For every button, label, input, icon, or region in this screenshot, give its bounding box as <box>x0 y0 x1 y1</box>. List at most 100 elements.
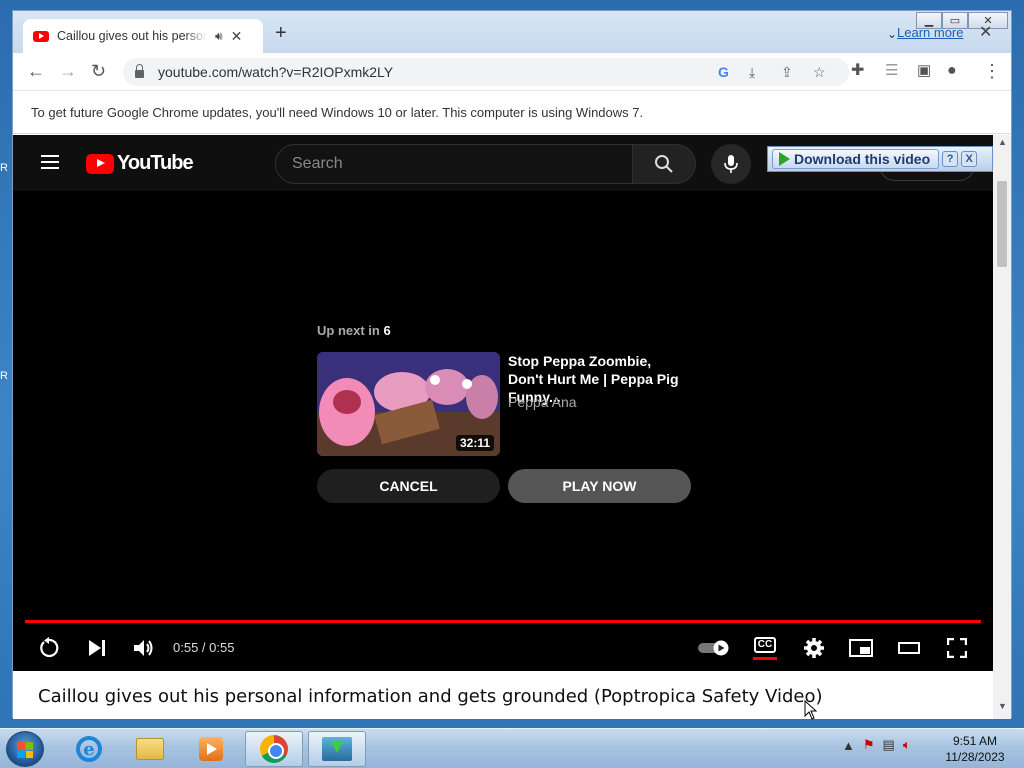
forward-arrow-icon[interactable]: → <box>59 61 77 81</box>
download-toolbar: Download this video ? X <box>767 146 993 172</box>
microphone-icon <box>724 155 738 173</box>
infobar-message: To get future Google Chrome updates, you… <box>31 105 644 120</box>
taskbar-chrome[interactable] <box>245 731 303 767</box>
up-next-countdown: 6 <box>383 323 391 338</box>
show-hidden-icons-icon[interactable]: ▲ <box>842 738 855 753</box>
address-bar[interactable]: youtube.com/watch?v=R2IOPxmk2LY G ⤓ ⇪ ☆ <box>123 58 849 86</box>
search-input[interactable]: Search <box>275 144 633 184</box>
search-button[interactable] <box>632 144 696 184</box>
tab-close-icon[interactable]: ✕ <box>231 28 243 45</box>
clock-time: 9:51 AM <box>952 734 998 748</box>
download-video-button[interactable]: Download this video <box>772 149 940 169</box>
speaker-icon[interactable]: 🔊︎ <box>215 29 223 44</box>
youtube-favicon-icon <box>33 30 49 42</box>
mouse-cursor-icon <box>804 700 818 720</box>
infobar-close-icon[interactable]: ✕ <box>979 22 992 42</box>
search-icon <box>655 155 673 173</box>
miniplayer-button[interactable] <box>848 635 874 661</box>
menu-hamburger-icon[interactable] <box>41 155 59 169</box>
page-scrollbar[interactable]: ▲ ▼ <box>993 135 1011 719</box>
youtube-logo[interactable]: YouTube <box>86 152 194 175</box>
cc-icon: CC <box>753 636 777 653</box>
media-player-icon <box>199 737 223 761</box>
extensions-puzzle-icon[interactable]: ✚ <box>851 61 864 81</box>
bookmark-star-icon[interactable]: ☆ <box>813 64 826 81</box>
video-title: Caillou gives out his personal informati… <box>38 686 823 707</box>
up-next-channel[interactable]: Peppa Ana <box>508 394 577 410</box>
up-next-label: Up next in 6 <box>317 323 391 338</box>
green-play-icon <box>779 152 790 166</box>
download-help-button[interactable]: ? <box>942 151 959 167</box>
learn-more-link[interactable]: Learn more <box>897 25 963 40</box>
volume-icon <box>134 640 153 656</box>
scrollbar-thumb[interactable] <box>997 181 1007 267</box>
windows-logo-icon <box>17 742 33 758</box>
theater-mode-icon <box>898 642 920 654</box>
side-panel-icon[interactable]: ▣ <box>917 61 931 81</box>
clock-date: 11/28/2023 <box>945 750 1005 764</box>
video-progress-bar[interactable] <box>25 620 981 623</box>
voice-search-button[interactable] <box>711 144 751 184</box>
windows-taskbar: e ▲ ⚑ ▤ 🔈︎ 9:51 AM 11/28/2023 <box>0 728 1024 768</box>
theater-mode-button[interactable] <box>896 635 922 661</box>
google-translate-icon[interactable]: G <box>718 64 729 80</box>
reload-icon[interactable]: ↻ <box>91 61 106 81</box>
time-display: 0:55 / 0:55 <box>173 640 235 655</box>
up-next-prefix: Up next in <box>317 323 380 338</box>
fullscreen-icon <box>947 638 967 658</box>
chrome-icon <box>260 735 288 763</box>
tab-title: Caillou gives out his personal informati… <box>57 29 207 43</box>
install-download-icon[interactable]: ⤓ <box>749 64 755 81</box>
taskbar-downloader[interactable] <box>308 731 366 767</box>
tab-search-chevron-icon[interactable]: ⌄ <box>887 27 897 41</box>
gear-icon <box>804 638 824 658</box>
next-video-button[interactable] <box>85 635 109 661</box>
scroll-up-icon[interactable]: ▲ <box>998 137 1007 147</box>
action-center-flag-icon[interactable]: ⚑ <box>863 737 875 753</box>
chrome-menu-icon[interactable]: ⋮ <box>983 61 1001 81</box>
settings-button[interactable] <box>801 635 827 661</box>
url-text[interactable]: youtube.com/watch?v=R2IOPxmk2LY <box>158 64 393 80</box>
taskbar-internet-explorer[interactable]: e <box>60 731 118 767</box>
desktop-edge-text: R <box>0 162 8 174</box>
mute-button[interactable] <box>131 635 157 661</box>
fullscreen-button[interactable] <box>944 635 970 661</box>
autoplay-toggle-icon <box>698 640 729 656</box>
cc-active-underline <box>753 656 777 660</box>
folder-icon <box>136 738 164 760</box>
subtitles-button[interactable]: CC <box>752 635 778 661</box>
network-icon[interactable]: ▤ <box>883 737 895 753</box>
volume-muted-icon[interactable]: 🔈︎ <box>903 737 911 753</box>
taskbar-file-explorer[interactable] <box>121 731 179 767</box>
lock-icon[interactable] <box>135 64 144 78</box>
up-next-thumbnail[interactable]: 32:11 <box>317 352 500 456</box>
share-icon[interactable]: ⇪ <box>781 64 793 81</box>
browser-tab[interactable]: Caillou gives out his personal informati… <box>23 19 263 53</box>
downloader-icon <box>322 737 352 761</box>
start-button[interactable] <box>6 731 44 767</box>
update-infobar: To get future Google Chrome updates, you… <box>13 92 1011 134</box>
reading-list-icon[interactable]: ☰ <box>885 61 898 81</box>
youtube-play-logo-icon <box>86 153 114 174</box>
scroll-down-icon[interactable]: ▼ <box>998 701 1007 711</box>
download-video-label: Download this video <box>794 151 931 167</box>
download-close-button[interactable]: X <box>961 151 978 167</box>
system-tray: ▲ ⚑ ▤ 🔈︎ <box>842 737 911 753</box>
cancel-autoplay-button[interactable]: CANCEL <box>317 469 500 503</box>
taskbar-clock[interactable]: 9:51 AM 11/28/2023 <box>940 733 1010 765</box>
taskbar-media-player[interactable] <box>182 731 240 767</box>
play-now-button[interactable]: PLAY NOW <box>508 469 691 503</box>
tab-strip: Caillou gives out his personal informati… <box>13 11 1011 53</box>
desktop-edge-text: R <box>0 370 8 382</box>
youtube-header: YouTube Search Download this video ? X <box>13 135 993 191</box>
video-info-area: Caillou gives out his personal informati… <box>13 671 993 719</box>
profile-avatar-icon[interactable]: ● <box>947 61 957 81</box>
autoplay-toggle[interactable] <box>696 635 732 661</box>
youtube-logo-text: YouTube <box>117 152 194 174</box>
chrome-window: Caillou gives out his personal informati… <box>12 10 1012 719</box>
youtube-page: YouTube Search Download this video ? X U… <box>13 135 993 719</box>
new-tab-button[interactable]: + <box>275 23 287 43</box>
replay-button[interactable] <box>37 635 61 661</box>
internet-explorer-icon: e <box>76 736 102 762</box>
back-arrow-icon[interactable]: ← <box>27 61 45 81</box>
